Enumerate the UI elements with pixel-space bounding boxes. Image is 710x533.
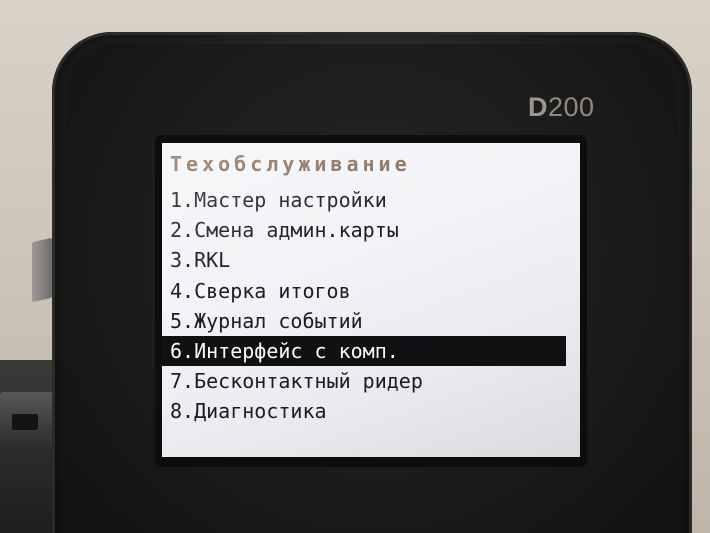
menu-item-number: 8. — [170, 399, 195, 424]
brand-model: 200 — [548, 92, 595, 122]
menu-item-number: 1. — [170, 188, 195, 212]
device-brand-label: D200 — [528, 92, 595, 123]
menu-item-event-log[interactable]: 5.Журнал событий — [162, 306, 580, 336]
menu-item-number: 5. — [170, 308, 195, 333]
card-slot-tab — [32, 237, 52, 303]
cable-connector — [0, 392, 58, 452]
menu-item-label: Журнал событий — [194, 308, 363, 333]
menu-item-contactless-reader[interactable]: 7.Бесконтактный ридер — [162, 366, 580, 396]
menu-item-number: 2. — [170, 218, 195, 243]
menu-item-number: 7. — [170, 369, 195, 394]
menu-item-pc-interface[interactable]: 6.Интерфейс с комп. — [162, 335, 566, 367]
menu-item-setup-wizard[interactable]: 1.Мастер настройки — [162, 185, 580, 215]
menu-item-label: Сверка итогов — [194, 278, 351, 303]
terminal-screen: Техобслуживание 1.Мастер настройки 2.Сме… — [162, 143, 580, 457]
menu-item-diagnostics[interactable]: 8.Диагностика — [162, 396, 580, 426]
menu-item-label: RKL — [194, 248, 231, 273]
menu-item-label: Диагностика — [194, 399, 327, 424]
menu-item-label: Интерфейс с комп. — [194, 338, 399, 363]
brand-prefix: D — [528, 92, 548, 122]
menu-title: Техобслуживание — [170, 152, 411, 176]
menu-item-label: Смена админ.карты — [194, 218, 399, 243]
menu-item-number: 3. — [170, 248, 195, 273]
menu-item-rkl[interactable]: 3.RKL — [162, 245, 580, 275]
menu-item-number: 6. — [170, 338, 195, 363]
menu-item-admin-card[interactable]: 2.Смена админ.карты — [162, 215, 580, 245]
menu-item-label: Мастер настройки — [194, 188, 387, 212]
menu-item-label: Бесконтактный ридер — [194, 369, 423, 394]
maintenance-menu: 1.Мастер настройки 2.Смена админ.карты 3… — [162, 185, 580, 427]
menu-item-number: 4. — [170, 278, 195, 303]
menu-item-reconciliation[interactable]: 4.Сверка итогов — [162, 276, 580, 306]
